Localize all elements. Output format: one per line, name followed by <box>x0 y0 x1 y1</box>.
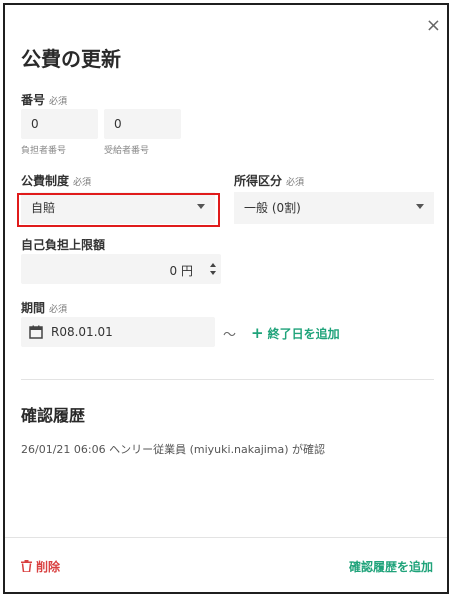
plus-icon: + <box>251 324 264 342</box>
copay-limit-input[interactable]: 0 円 <box>21 254 221 284</box>
start-date-value: R08.01.01 <box>51 325 113 339</box>
required-badge: 必須 <box>49 305 68 315</box>
delete-button[interactable]: 削除 <box>21 558 60 575</box>
divider <box>21 379 434 380</box>
required-badge: 必須 <box>73 178 92 188</box>
footer-divider <box>5 537 447 538</box>
chevron-down-icon <box>416 204 424 209</box>
history-title: 確認履歴 <box>21 406 86 425</box>
required-badge: 必須 <box>49 97 68 107</box>
payer-number-input[interactable]: 0 <box>21 109 98 139</box>
add-history-button[interactable]: 確認履歴を追加 <box>349 558 433 575</box>
payer-number-caption: 負担者番号 <box>21 146 67 156</box>
income-category-select[interactable]: 一般 (0割) <box>234 192 434 224</box>
income-category-label: 所得区分 必須 <box>234 174 305 188</box>
start-date-input[interactable]: R08.01.01 <box>21 317 215 347</box>
stepper-icon[interactable] <box>209 261 217 277</box>
selection-highlight <box>17 193 220 227</box>
history-entry: 26/01/21 06:06 ヘンリー従業員 (miyuki.nakajima)… <box>21 443 326 456</box>
copay-limit-value: 0 円 <box>169 264 193 278</box>
recipient-number-caption: 受給者番号 <box>104 146 150 156</box>
required-badge: 必須 <box>286 178 305 188</box>
calendar-icon <box>29 325 43 339</box>
close-icon[interactable]: × <box>426 17 441 35</box>
trash-icon <box>21 560 32 573</box>
dialog: × 公費の更新 番号 必須 0 負担者番号 0 受給者番号 公費制度 必須 自賠 所… <box>3 3 449 594</box>
add-end-date-button[interactable]: + 終了日を追加 <box>251 324 340 342</box>
period-label: 期間 必須 <box>21 301 68 315</box>
public-expense-system-label: 公費制度 必須 <box>21 174 92 188</box>
date-separator: 〜 <box>223 328 237 343</box>
copay-limit-label: 自己負担上限額 <box>21 238 106 252</box>
dialog-title: 公費の更新 <box>21 47 121 71</box>
number-label: 番号 必須 <box>21 93 68 107</box>
recipient-number-input[interactable]: 0 <box>104 109 181 139</box>
